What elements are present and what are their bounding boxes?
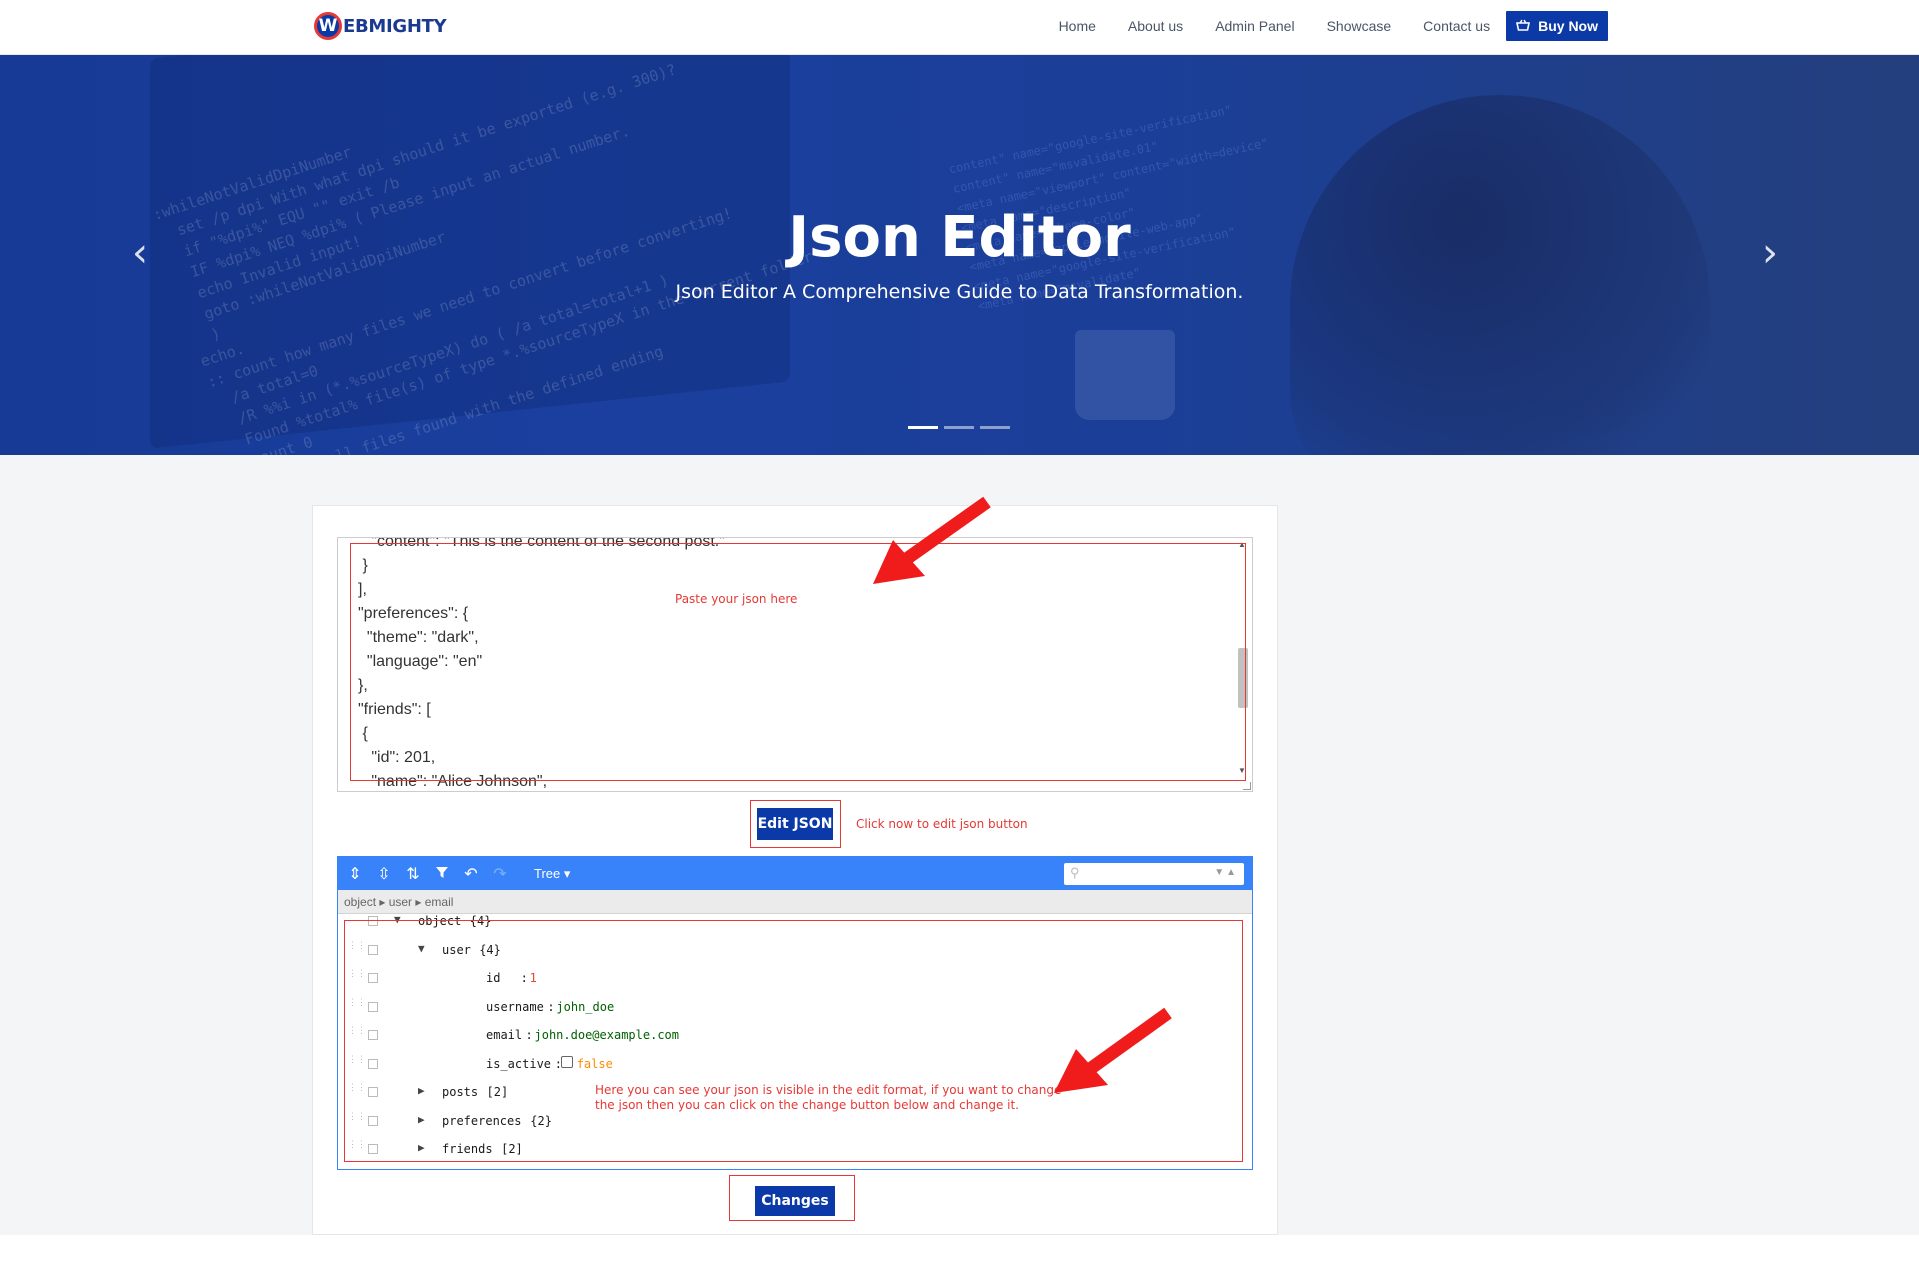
sort-icon[interactable]: ⇅ (401, 864, 425, 883)
changes-button[interactable]: Changes (755, 1186, 835, 1216)
tree-note: Here you can see your json is visible in… (595, 1083, 1061, 1113)
tree-note-line-2: the json then you can click on the chang… (595, 1098, 1019, 1112)
filter-icon[interactable] (430, 864, 454, 883)
logo-text: EBMIGHTY (343, 15, 447, 37)
undo-icon[interactable]: ↶ (459, 864, 483, 883)
carousel-indicators (908, 426, 1016, 429)
hero-carousel: :whileNotValidDpiNumber set /p dpi With … (0, 55, 1919, 455)
hero-background-mug (1075, 330, 1175, 420)
buy-now-button[interactable]: Buy Now (1506, 11, 1608, 41)
carousel-indicator-3[interactable] (980, 426, 1010, 429)
nav-showcase[interactable]: Showcase (1327, 10, 1392, 42)
carousel-next-icon[interactable]: › (1762, 233, 1778, 273)
nav-about[interactable]: About us (1128, 10, 1183, 42)
collapse-all-icon[interactable]: ⇳ (372, 864, 396, 883)
hero-subtitle: Json Editor A Comprehensive Guide to Dat… (675, 281, 1244, 303)
redo-icon[interactable]: ↷ (488, 864, 512, 883)
expand-all-icon[interactable]: ⇕ (343, 864, 367, 883)
hero-title: Json Editor (788, 205, 1131, 270)
search-icon: ⚲ (1070, 865, 1080, 880)
hero-background-person (1290, 95, 1710, 455)
edit-json-button[interactable]: Edit JSON (757, 808, 833, 840)
nav-home[interactable]: Home (1059, 10, 1096, 42)
buy-now-label: Buy Now (1538, 18, 1598, 34)
paste-json-note: Paste your json here (675, 592, 798, 606)
annotation-arrow-bottom (1054, 1007, 1172, 1093)
carousel-prev-icon[interactable]: ‹ (132, 233, 148, 273)
main-nav: Home About us Admin Panel Showcase Conta… (1027, 10, 1608, 42)
nav-admin-panel[interactable]: Admin Panel (1215, 10, 1294, 42)
site-logo[interactable]: W EBMIGHTY (314, 12, 447, 40)
click-edit-note: Click now to edit json button (856, 817, 1028, 831)
carousel-indicator-2[interactable] (944, 426, 974, 429)
nav-contact[interactable]: Contact us (1423, 10, 1490, 42)
annotation-box-textarea (350, 543, 1246, 781)
editor-search-input[interactable]: ⚲ ▼▲ (1064, 863, 1244, 885)
annotation-arrow-top (873, 496, 991, 584)
editor-menu-bar: ⇕ ⇳ ⇅ ↶ ↷ Tree ▾ ⚲ ▼▲ (338, 857, 1252, 890)
site-header: W EBMIGHTY Home About us Admin Panel Sho… (0, 0, 1919, 55)
resize-handle[interactable] (1243, 782, 1251, 790)
mode-selector[interactable]: Tree ▾ (534, 866, 570, 882)
search-nav-icon[interactable]: ▼▲ (1214, 867, 1238, 878)
tree-note-line-1: Here you can see your json is visible in… (595, 1083, 1062, 1097)
carousel-indicator-1[interactable] (908, 426, 938, 429)
logo-mark: W (314, 12, 342, 40)
basket-icon (1516, 19, 1531, 34)
editor-breadcrumb[interactable]: object ▸ user ▸ email (338, 890, 1252, 914)
